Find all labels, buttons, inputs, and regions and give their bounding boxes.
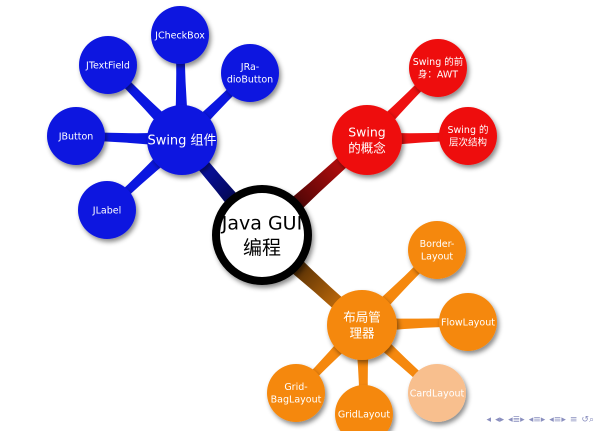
beamer-navigation-bar: ◂ ◂▸ ◂≣▸ ◂≡▸ ◂≡▸ ≡ ↺⌕: [487, 413, 594, 427]
node-jtextfield[interactable]: JTextField: [79, 36, 137, 94]
nav-subsection-icon[interactable]: ◂≡▸: [549, 415, 566, 425]
node-jbutton-label: JButton: [58, 131, 94, 142]
node-center-label: 编程: [243, 237, 281, 259]
node-gridlayout[interactable]: GridLayout: [335, 385, 393, 431]
node-jradiobutton-label: JRa-: [240, 62, 259, 73]
node-flowlayout[interactable]: FlowLayout: [439, 293, 497, 351]
node-cardlayout-label: CardLayout: [410, 388, 465, 399]
nav-search-icon[interactable]: ↺⌕: [581, 415, 594, 425]
node-jcheckbox[interactable]: JCheckBox: [151, 6, 209, 64]
node-jradiobutton[interactable]: JRa-dioButton: [221, 44, 279, 102]
slide: JCheckBox JRa-dioButton JTextField JButton J…: [0, 0, 600, 431]
node-swing-hierarchy-label: 层次结构: [449, 137, 487, 149]
node-gridlayout-label: GridLayout: [338, 409, 391, 420]
node-swing-concept[interactable]: Swing 的概念: [332, 105, 402, 175]
nav-first-icon[interactable]: ◂: [487, 415, 492, 425]
node-borderlayout[interactable]: Border- Layout: [408, 221, 466, 279]
node-jlabel-label: JLabel: [92, 205, 121, 216]
node-swing-predecessor-label: 身：AWT: [418, 69, 458, 81]
node-center[interactable]: Java GUI 编程: [212, 185, 312, 285]
node-swing-concept-label: Swing: [348, 124, 386, 139]
node-borderlayout-label: Layout: [421, 252, 454, 263]
nav-prev-section-icon[interactable]: ◂≣▸: [508, 415, 525, 425]
node-jbutton[interactable]: JButton: [47, 107, 105, 165]
node-layout-managers-label: 理器: [349, 326, 375, 341]
node-gridbaglayout-label: Grid-: [284, 382, 307, 393]
node-jlabel[interactable]: JLabel: [78, 181, 136, 239]
mindmap: JCheckBox JRa-dioButton JTextField JButton J…: [47, 6, 497, 431]
node-swing-predecessor-label: Swing 的前: [413, 56, 464, 68]
node-center-label: Java GUI: [221, 212, 302, 234]
node-gridlayout-circle[interactable]: [335, 385, 393, 431]
node-jcheckbox-label: JCheckBox: [154, 30, 205, 41]
node-swing-components-label: Swing 组件: [147, 134, 216, 149]
node-jradiobutton-label: dioButton: [227, 75, 273, 86]
node-center-circle[interactable]: [212, 185, 312, 285]
node-layout-managers[interactable]: 布局管理器: [327, 290, 397, 360]
node-layout-managers-label: 布局管: [343, 309, 381, 324]
node-swing-hierarchy[interactable]: Swing 的层次结构: [439, 107, 497, 165]
node-swing-components[interactable]: Swing 组件: [147, 105, 217, 175]
nav-align-icon[interactable]: ≡: [570, 415, 578, 425]
nav-prev-frame-icon[interactable]: ◂▸: [495, 415, 504, 425]
node-gridbaglayout-label: BagLayout: [271, 395, 322, 406]
node-gridbaglayout[interactable]: Grid- BagLayout: [267, 364, 325, 422]
node-swing-concept-label: 的概念: [348, 141, 386, 156]
node-swing-hierarchy-label: Swing 的: [447, 124, 488, 136]
node-swing-predecessor[interactable]: Swing 的前身：AWT: [409, 39, 467, 97]
node-jtextfield-label: JTextField: [85, 60, 130, 71]
node-cardlayout[interactable]: CardLayout: [408, 364, 466, 422]
node-borderlayout-label: Border-: [420, 239, 455, 250]
node-flowlayout-label: FlowLayout: [441, 317, 495, 328]
nav-section-icon[interactable]: ◂≡▸: [529, 415, 546, 425]
